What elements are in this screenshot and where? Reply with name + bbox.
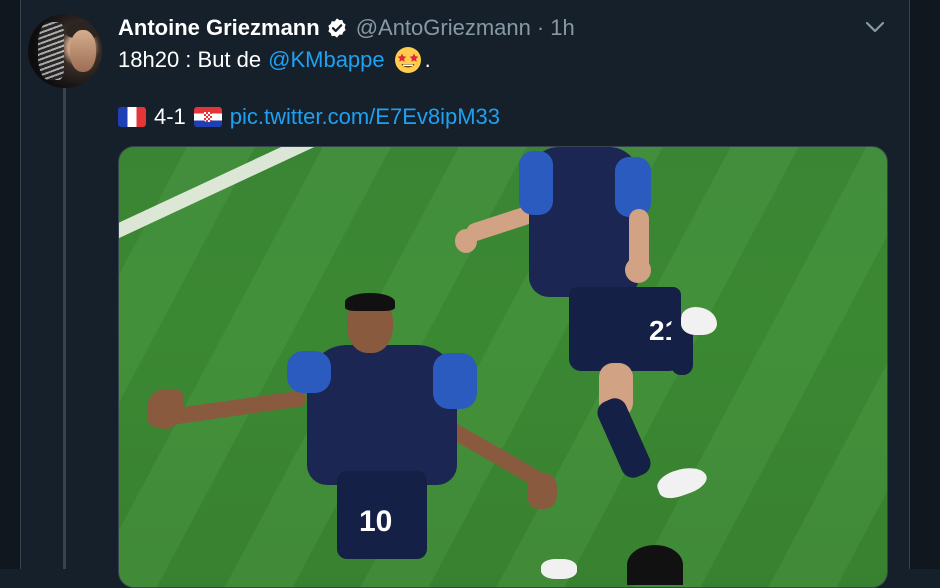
player-back-sleeve-left [519,151,553,215]
star-struck-emoji-icon [394,47,421,73]
player-back-boot-left [654,461,710,503]
author-name[interactable]: Antoine Griezmann [118,15,320,41]
player-front-number: 10 [359,505,393,538]
match-score: 4-1 [154,104,186,129]
player-front-hand-left [147,389,183,429]
france-flag-icon [118,107,146,127]
tweet-photo[interactable]: 21 10 [118,146,888,588]
tweet-text-line1: 18h20 : But de @KMbappe . [118,45,431,75]
croatia-shield [203,112,212,122]
player-back-sleeve-right [615,157,651,217]
player-front: 10 [146,293,567,587]
partial-boot [541,559,577,579]
avatar[interactable] [28,14,102,88]
mention-link[interactable]: @KMbappe [268,47,385,73]
page-right-gutter [910,0,940,569]
tweet-timestamp[interactable]: 1h [550,15,574,41]
player-back-boot-right [681,307,717,335]
partial-player-head [627,545,683,585]
player-back-fist-right [625,257,651,283]
tweet-header: Antoine Griezmann @AntoGriezmann · 1h [118,12,575,44]
player-front-hair [345,293,395,311]
tweet-text-prefix: 18h20 : But de [118,47,262,72]
player-front-sleeve-left [287,351,331,393]
player-front-sleeve-right [433,353,477,409]
chevron-down-icon[interactable] [864,18,886,36]
pitch-touchline [119,147,499,256]
player-front-hand-right [527,473,557,509]
verified-badge-icon [328,18,346,38]
meta-separator: · [536,15,545,40]
author-handle[interactable]: @AntoGriezmann [356,15,531,41]
page-left-gutter [0,0,20,569]
avatar-face [70,30,96,72]
player-back-fist-left [455,229,477,253]
tweet-text-suffix: . [424,47,431,72]
tweet-text-line2: 4-1 pic.twitter.com/E7Ev8ipM33 [118,102,500,132]
croatia-flag-icon [193,107,222,127]
avatar-tattoo-art [38,22,64,80]
thread-connector-line [63,88,66,569]
player-back-sock-left [593,394,655,482]
photo-link[interactable]: pic.twitter.com/E7Ev8ipM33 [230,104,500,130]
